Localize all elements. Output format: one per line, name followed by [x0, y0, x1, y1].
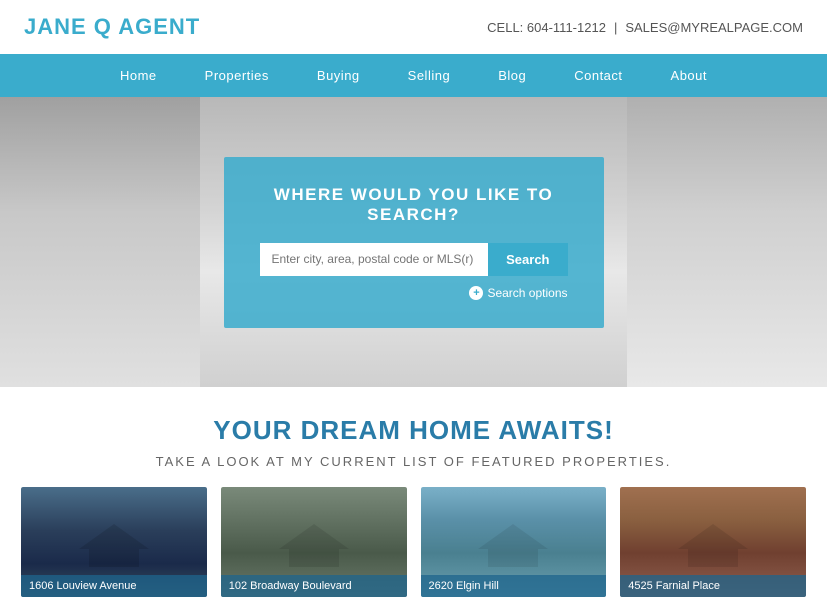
nav-home[interactable]: Home	[96, 54, 181, 97]
nav-buying[interactable]: Buying	[293, 54, 384, 97]
search-row: Search	[260, 243, 568, 276]
dream-section: YOUR DREAM HOME AWAITS! TAKE A LOOK AT M…	[0, 387, 827, 487]
contact-info: CELL: 604-111-1212 | SALES@MYREALPAGE.CO…	[487, 20, 803, 35]
email-address: SALES@MYREALPAGE.COM	[625, 20, 803, 35]
search-heading: WHERE WOULD YOU LIKE TO SEARCH?	[260, 185, 568, 225]
site-title: JANE Q AGENT	[24, 14, 200, 40]
top-header: JANE Q AGENT CELL: 604-111-1212 | SALES@…	[0, 0, 827, 54]
hero-overlay: WHERE WOULD YOU LIKE TO SEARCH? Search +…	[0, 97, 827, 387]
property-label-4: 4525 Farnial Place	[620, 575, 806, 597]
property-label-1: 1606 Louview Avenue	[21, 575, 207, 597]
house-silhouette-1	[74, 519, 154, 569]
nav-about[interactable]: About	[647, 54, 731, 97]
property-label-3: 2620 Elgin Hill	[421, 575, 607, 597]
house-silhouette-4	[673, 519, 753, 569]
search-button[interactable]: Search	[488, 243, 567, 276]
nav-properties[interactable]: Properties	[181, 54, 293, 97]
property-label-2: 102 Broadway Boulevard	[221, 575, 407, 597]
nav-blog[interactable]: Blog	[474, 54, 550, 97]
dream-title: YOUR DREAM HOME AWAITS!	[20, 415, 807, 446]
plus-icon: +	[469, 286, 483, 300]
nav-contact[interactable]: Contact	[550, 54, 646, 97]
dream-subtitle: TAKE A LOOK AT MY CURRENT LIST OF FEATUR…	[20, 454, 807, 469]
property-card-4[interactable]: 4525 Farnial Place	[620, 487, 806, 597]
search-input[interactable]	[260, 243, 489, 276]
property-card-3[interactable]: 2620 Elgin Hill	[421, 487, 607, 597]
property-card-2[interactable]: 102 Broadway Boulevard	[221, 487, 407, 597]
search-options-link[interactable]: + Search options	[260, 286, 568, 300]
divider: |	[614, 20, 617, 35]
nav-selling[interactable]: Selling	[384, 54, 475, 97]
house-silhouette-2	[274, 519, 354, 569]
properties-row: 1606 Louview Avenue 102 Broadway Bouleva…	[0, 487, 827, 597]
search-options-label: Search options	[487, 286, 567, 300]
property-card-1[interactable]: 1606 Louview Avenue	[21, 487, 207, 597]
hero-section: WHERE WOULD YOU LIKE TO SEARCH? Search +…	[0, 97, 827, 387]
main-nav: Home Properties Buying Selling Blog Cont…	[0, 54, 827, 97]
search-box: WHERE WOULD YOU LIKE TO SEARCH? Search +…	[224, 157, 604, 328]
house-silhouette-3	[473, 519, 553, 569]
cell-number: CELL: 604-111-1212	[487, 20, 606, 35]
